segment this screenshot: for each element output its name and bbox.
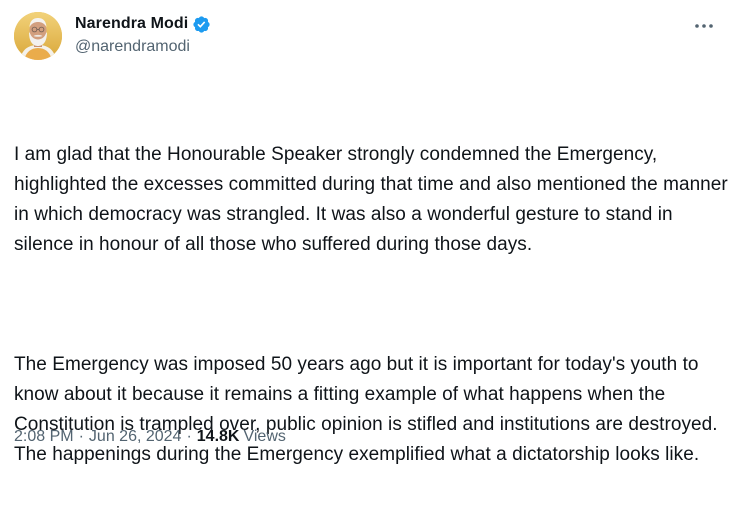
tweet-meta: 2:08 PM · Jun 26, 2024 · 14.8K Views bbox=[14, 428, 286, 446]
tweet-paragraph-2: The Emergency was imposed 50 years ago b… bbox=[14, 354, 723, 465]
tweet-time[interactable]: 2:08 PM bbox=[14, 428, 74, 446]
avatar-image bbox=[14, 12, 62, 60]
meta-separator: · bbox=[78, 428, 84, 445]
verified-badge-icon[interactable] bbox=[192, 15, 211, 34]
tweet-header: Narendra Modi @narendramodi bbox=[14, 12, 725, 62]
author-names: Narendra Modi @narendramodi bbox=[75, 13, 211, 56]
views-count[interactable]: 14.8K bbox=[197, 428, 240, 446]
display-name[interactable]: Narendra Modi bbox=[75, 15, 188, 33]
meta-separator: · bbox=[186, 428, 192, 445]
tweet-card: Narendra Modi @narendramodi I am glad th… bbox=[0, 0, 739, 465]
views-label: Views bbox=[243, 428, 286, 445]
author-handle[interactable]: @narendramodi bbox=[75, 38, 211, 56]
tweet-date[interactable]: Jun 26, 2024 bbox=[89, 428, 182, 446]
more-options-button[interactable] bbox=[689, 14, 719, 38]
avatar[interactable] bbox=[14, 12, 62, 60]
more-horizontal-icon bbox=[695, 24, 713, 28]
display-name-row: Narendra Modi bbox=[75, 13, 211, 35]
tweet-paragraph-1: I am glad that the Honourable Speaker st… bbox=[14, 144, 734, 255]
